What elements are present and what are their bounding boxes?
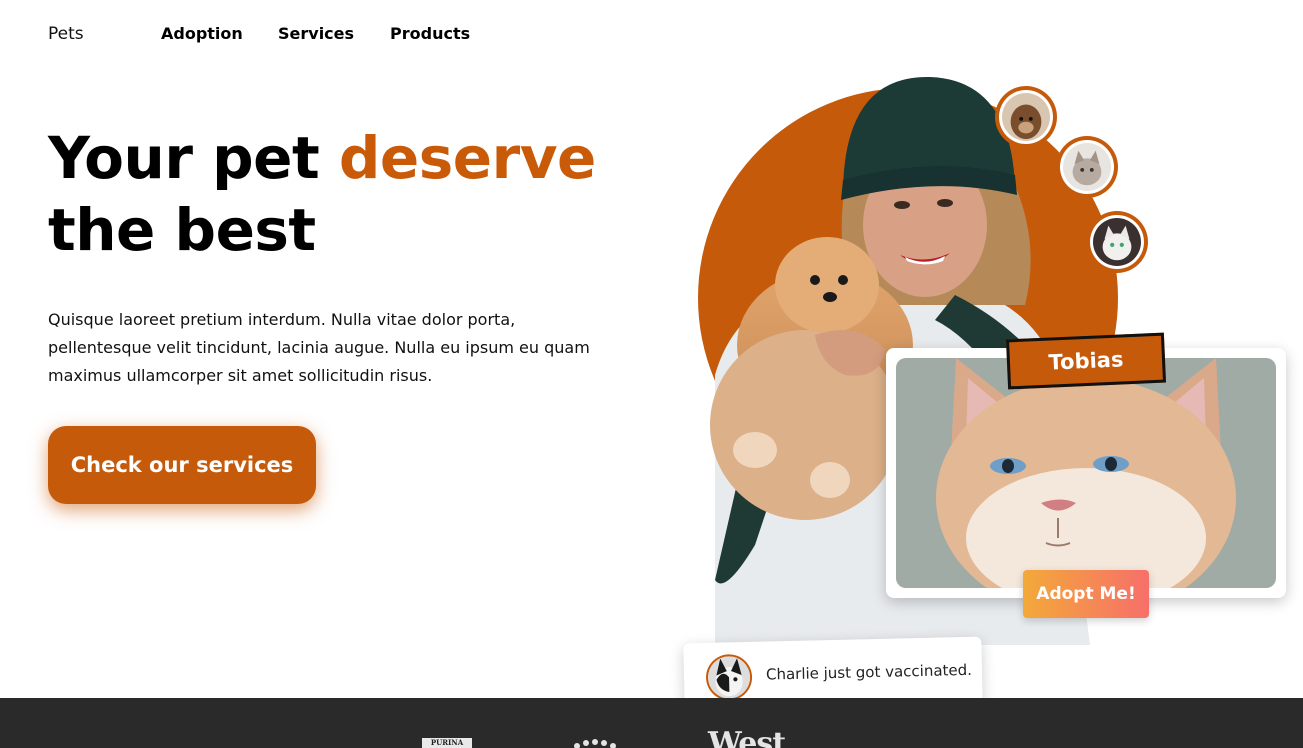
avatar-cat-tabby[interactable]	[1056, 136, 1118, 198]
brand-logo[interactable]: Pets	[48, 24, 84, 44]
white-cat-avatar-icon	[1093, 218, 1141, 266]
nav-link-services[interactable]: Services	[278, 24, 354, 43]
nav-link-products[interactable]: Products	[390, 24, 470, 43]
adopt-me-button[interactable]: Adopt Me!	[1023, 570, 1149, 618]
dog-avatar-icon	[1002, 93, 1050, 141]
hero-description: Quisque laoreet pretium interdum. Nulla …	[48, 310, 590, 385]
cat-avatar-icon	[1063, 143, 1111, 191]
avatar-dog-brown[interactable]	[995, 86, 1057, 148]
purina-logo: PURINA	[422, 738, 472, 748]
dotted-brand-logo-icon	[574, 739, 616, 748]
nav-link-adoption[interactable]: Adoption	[161, 24, 243, 43]
toast-avatar	[705, 653, 753, 701]
pet-photo-tobias	[896, 358, 1276, 588]
toast-message: Charlie just got vaccinated.	[765, 660, 973, 684]
hero-title-accent: deserve	[338, 124, 596, 192]
hero-title: Your pet deserve the best	[48, 122, 648, 266]
dog-toast-avatar-icon	[707, 655, 751, 699]
hero-title-part2: the best	[48, 196, 316, 264]
check-services-button[interactable]: Check our services	[48, 426, 316, 504]
hero-title-part1: Your pet	[48, 124, 339, 192]
partner-brands-strip: PURINA West	[0, 698, 1303, 748]
pet-name-tag: Tobias	[1005, 332, 1167, 390]
west-logo: West	[708, 726, 786, 748]
avatar-cat-white[interactable]	[1086, 211, 1148, 273]
